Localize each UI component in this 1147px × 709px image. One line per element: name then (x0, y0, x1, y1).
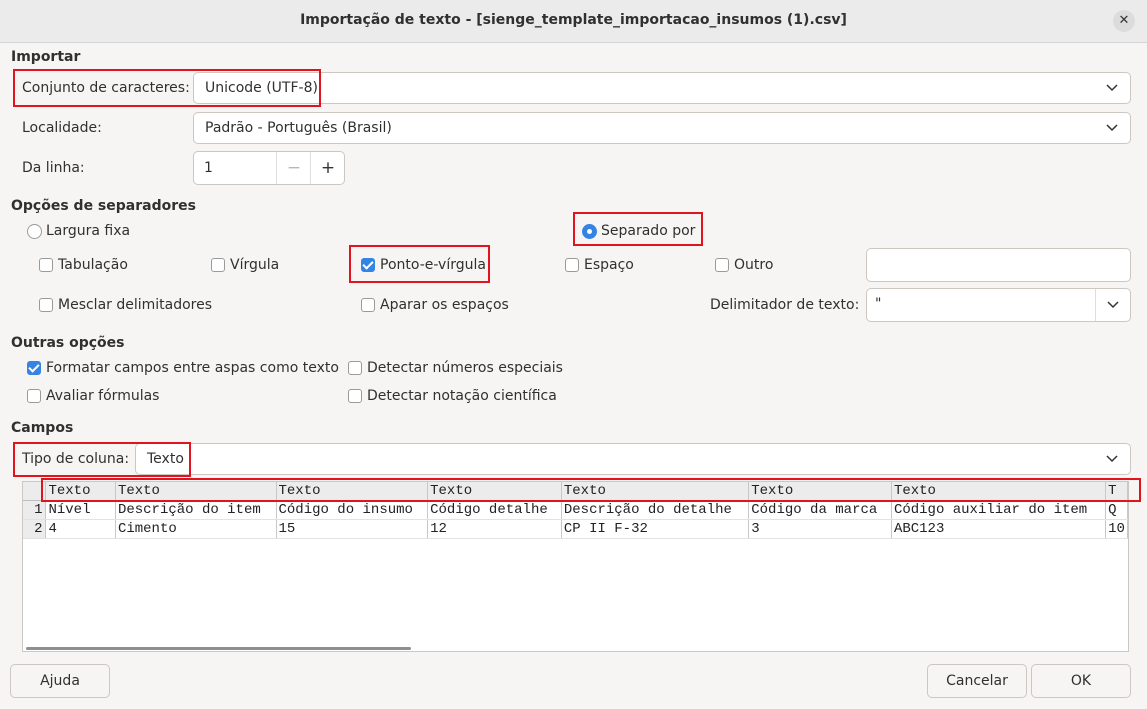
decrement-button[interactable]: − (276, 152, 311, 184)
evaluate-formulas-label: Avaliar fórmulas (46, 388, 160, 404)
horizontal-scrollbar[interactable] (26, 647, 411, 650)
ok-button[interactable]: OK (1031, 664, 1131, 698)
cancel-button[interactable]: Cancelar (927, 664, 1027, 698)
column-header[interactable]: Texto (45, 482, 116, 501)
string-delimiter-dropdown[interactable] (1095, 289, 1130, 321)
table-cell: Código do insumo (276, 500, 429, 520)
table-cell: Q (1105, 500, 1128, 520)
title-bar: Importação de texto - [sienge_template_i… (0, 0, 1147, 43)
separated-by-radio[interactable] (582, 224, 597, 239)
column-type-value: Texto (147, 451, 184, 467)
window-title: Importação de texto - [sienge_template_i… (300, 12, 847, 28)
other-options-heading: Outras opções (11, 335, 125, 351)
space-checkbox[interactable] (565, 258, 579, 272)
row-number: 2 (23, 519, 47, 539)
column-type-combo[interactable]: Texto (135, 443, 1131, 475)
close-button[interactable]: ✕ (1113, 10, 1135, 32)
detect-scientific-checkbox[interactable] (348, 389, 362, 403)
table-cell: 4 (45, 519, 116, 539)
minus-icon: − (286, 158, 302, 178)
column-header[interactable]: Texto (115, 482, 277, 501)
fixed-width-radio[interactable] (27, 224, 42, 239)
header-row: Texto Texto Texto Texto Texto Texto Text… (23, 482, 1128, 501)
from-row-value[interactable]: 1 (204, 160, 213, 176)
table-cell: 3 (748, 519, 892, 539)
column-header[interactable]: T (1105, 482, 1128, 501)
locale-label: Localidade: (22, 120, 102, 136)
close-icon: ✕ (1118, 13, 1130, 28)
table-cell: 15 (276, 519, 429, 539)
table-cell: 10 (1105, 519, 1128, 539)
table-row: 1 Nível Descrição do item Código do insu… (23, 500, 1128, 520)
other-checkbox[interactable] (715, 258, 729, 272)
column-header[interactable]: Texto (427, 482, 562, 501)
column-header[interactable]: Texto (891, 482, 1107, 501)
fixed-width-label: Largura fixa (46, 223, 131, 239)
table-cell: Nível (45, 500, 116, 520)
help-button[interactable]: Ajuda (10, 664, 110, 698)
importar-heading: Importar (11, 49, 81, 65)
fields-heading: Campos (11, 420, 74, 436)
separators-heading: Opções de separadores (11, 198, 196, 214)
chevron-down-icon (1107, 301, 1119, 309)
column-header[interactable]: Texto (561, 482, 750, 501)
detect-special-checkbox[interactable] (348, 361, 362, 375)
charset-label: Conjunto de caracteres: (22, 80, 190, 96)
comma-checkbox[interactable] (211, 258, 225, 272)
chevron-down-icon (1106, 455, 1118, 463)
string-delimiter-label: Delimitador de texto: (710, 297, 860, 313)
column-type-label: Tipo de coluna: (22, 451, 130, 467)
plus-icon: + (320, 158, 336, 178)
locale-combo[interactable]: Padrão - Português (Brasil) (193, 112, 1131, 144)
table-cell: Cimento (115, 519, 277, 539)
tab-checkbox[interactable] (39, 258, 53, 272)
string-delimiter-combo[interactable]: " (866, 288, 1131, 322)
semicolon-checkbox[interactable] (361, 258, 375, 272)
comma-label: Vírgula (230, 257, 280, 273)
chevron-down-icon (1106, 84, 1118, 92)
table-cell: Descrição do detalhe (561, 500, 750, 520)
preview-grid[interactable]: Texto Texto Texto Texto Texto Texto Text… (22, 481, 1129, 652)
column-header[interactable]: Texto (276, 482, 429, 501)
space-label: Espaço (584, 257, 634, 273)
table-cell: Código da marca (748, 500, 892, 520)
detect-special-label: Detectar números especiais (367, 360, 563, 376)
preview-table: Texto Texto Texto Texto Texto Texto Text… (23, 482, 1128, 539)
quoted-as-text-label: Formatar campos entre aspas como texto (46, 360, 339, 376)
separated-by-label: Separado por (601, 223, 696, 239)
charset-combo[interactable]: Unicode (UTF-8) (193, 72, 1131, 104)
charset-value: Unicode (UTF-8) (205, 80, 318, 96)
table-cell: ABC123 (891, 519, 1107, 539)
detect-scientific-label: Detectar notação científica (367, 388, 557, 404)
quoted-as-text-checkbox[interactable] (27, 361, 41, 375)
table-cell: CP II F-32 (561, 519, 750, 539)
table-cell: Código detalhe (427, 500, 562, 520)
other-label: Outro (734, 257, 774, 273)
locale-value: Padrão - Português (Brasil) (205, 120, 392, 136)
table-cell: Descrição do item (115, 500, 277, 520)
merge-delimiters-label: Mesclar delimitadores (58, 297, 213, 313)
semicolon-label: Ponto-e-vírgula (380, 257, 486, 273)
column-header[interactable]: Texto (748, 482, 892, 501)
from-row-stepper[interactable]: 1 − + (193, 151, 345, 185)
chevron-down-icon (1106, 124, 1118, 132)
other-separator-input[interactable] (866, 248, 1131, 282)
evaluate-formulas-checkbox[interactable] (27, 389, 41, 403)
tab-label: Tabulação (58, 257, 128, 273)
row-number: 1 (23, 500, 47, 520)
corner-cell (23, 482, 47, 501)
string-delimiter-value[interactable]: " (875, 296, 881, 312)
table-cell: Código auxiliar do item (891, 500, 1107, 520)
table-row: 2 4 Cimento 15 12 CP II F-32 3 ABC123 10 (23, 519, 1128, 539)
trim-spaces-checkbox[interactable] (361, 298, 375, 312)
from-row-label: Da linha: (22, 160, 85, 176)
increment-button[interactable]: + (310, 152, 345, 184)
table-cell: 12 (427, 519, 562, 539)
trim-spaces-label: Aparar os espaços (380, 297, 509, 313)
merge-delimiters-checkbox[interactable] (39, 298, 53, 312)
